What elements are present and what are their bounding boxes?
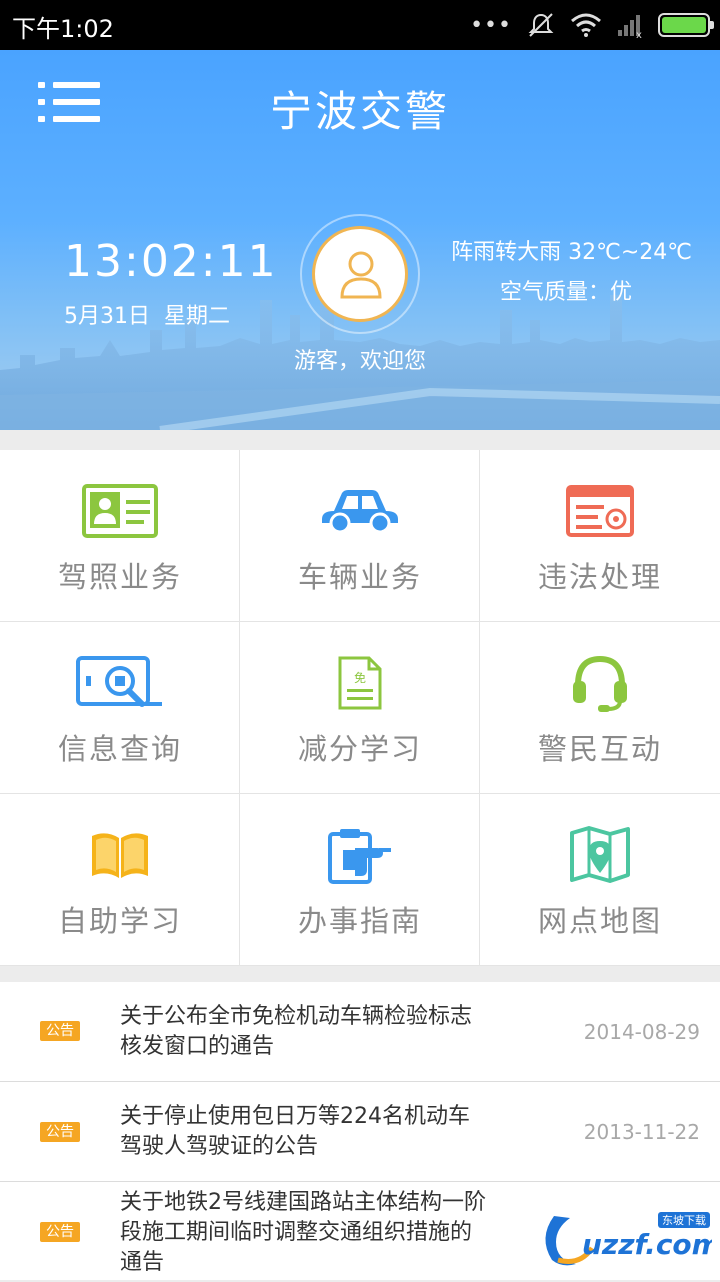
menu-item-points-study[interactable]: 免 减分学习 — [240, 622, 480, 794]
avatar[interactable] — [312, 226, 408, 322]
header-banner: 宁波交警 13:02:11 5月31日星期二 游客，欢迎您 阵雨转大雨 32℃~… — [0, 50, 720, 430]
watermark-tag: 东坡下载 — [662, 1214, 706, 1227]
car-icon — [320, 489, 400, 533]
wifi-icon — [570, 12, 602, 38]
menu-item-police-interaction[interactable]: 警民互动 — [480, 622, 720, 794]
headset-icon — [570, 653, 630, 713]
mute-vibrate-icon — [526, 11, 556, 39]
driver-license-icon — [82, 484, 158, 538]
service-grid: 驾照业务 车辆业务 违法处理 — [0, 450, 720, 966]
clipboard-pointer-icon — [327, 826, 393, 884]
news-item[interactable]: 公告 关于公布全市免检机动车辆检验标志核发窗口的通告 2014-08-29 — [0, 982, 720, 1082]
map-pin-icon — [569, 825, 631, 885]
news-title: 关于地铁2号线建国路站主体结构一阶段施工期间临时调整交通组织措施的通告 — [120, 1188, 490, 1278]
uzzf-watermark-logo: 东坡下载 uzzf.com — [536, 1208, 712, 1272]
status-icons: ••• x — [470, 8, 710, 42]
news-date: 2013-11-22 — [584, 1120, 700, 1144]
signal-icon: x — [616, 12, 644, 38]
menu-item-label: 违法处理 — [480, 554, 720, 596]
watermark-text: uzzf.com — [582, 1228, 712, 1261]
announcement-badge: 公告 — [40, 1021, 80, 1041]
violation-certificate-icon — [566, 485, 634, 537]
menu-item-label: 自助学习 — [0, 898, 240, 940]
news-title: 关于停止使用包日万等224名机动车驾驶人驾驶证的公告 — [120, 1102, 490, 1162]
weekday: 星期二 — [164, 304, 230, 329]
menu-item-outlet-map[interactable]: 网点地图 — [480, 794, 720, 966]
menu-item-self-study[interactable]: 自助学习 — [0, 794, 240, 966]
news-title: 关于公布全市免检机动车辆检验标志核发窗口的通告 — [120, 1002, 490, 1062]
menu-item-label: 信息查询 — [0, 726, 240, 768]
menu-item-label: 减分学习 — [240, 726, 480, 768]
menu-item-label: 警民互动 — [480, 726, 720, 768]
menu-item-label: 网点地图 — [480, 898, 720, 940]
book-icon — [90, 830, 150, 880]
info-search-icon — [76, 656, 164, 710]
date-line: 5月31日星期二 — [64, 298, 230, 330]
date: 5月31日 — [64, 304, 150, 329]
user-icon — [339, 249, 383, 301]
menu-item-label: 驾照业务 — [0, 554, 240, 596]
menu-item-guide[interactable]: 办事指南 — [240, 794, 480, 966]
more-dots-icon: ••• — [470, 13, 512, 38]
document-icon: 免 — [337, 655, 383, 711]
menu-item-violation[interactable]: 违法处理 — [480, 450, 720, 622]
app-title: 宁波交警 — [0, 78, 720, 139]
weather-text: 阵雨转大雨 32℃~24℃ — [451, 234, 692, 266]
menu-item-label: 车辆业务 — [240, 554, 480, 596]
status-bar: 下午1:02 ••• x — [0, 0, 720, 50]
news-item[interactable]: 公告 关于停止使用包日万等224名机动车驾驶人驾驶证的公告 2013-11-22 — [0, 1082, 720, 1182]
status-time: 下午1:02 — [12, 9, 114, 44]
svg-text:x: x — [636, 30, 642, 38]
svg-text:免: 免 — [354, 670, 366, 685]
menu-item-label: 办事指南 — [240, 898, 480, 940]
news-date: 2014-08-29 — [584, 1020, 700, 1044]
clock: 13:02:11 — [64, 236, 278, 287]
announcement-badge: 公告 — [40, 1222, 80, 1242]
battery-icon — [658, 13, 710, 37]
menu-item-vehicle[interactable]: 车辆业务 — [240, 450, 480, 622]
welcome-text[interactable]: 游客，欢迎您 — [0, 343, 720, 375]
menu-item-info-search[interactable]: 信息查询 — [0, 622, 240, 794]
menu-item-driver-license[interactable]: 驾照业务 — [0, 450, 240, 622]
air-quality-text: 空气质量：优 — [500, 274, 632, 306]
announcement-badge: 公告 — [40, 1122, 80, 1142]
